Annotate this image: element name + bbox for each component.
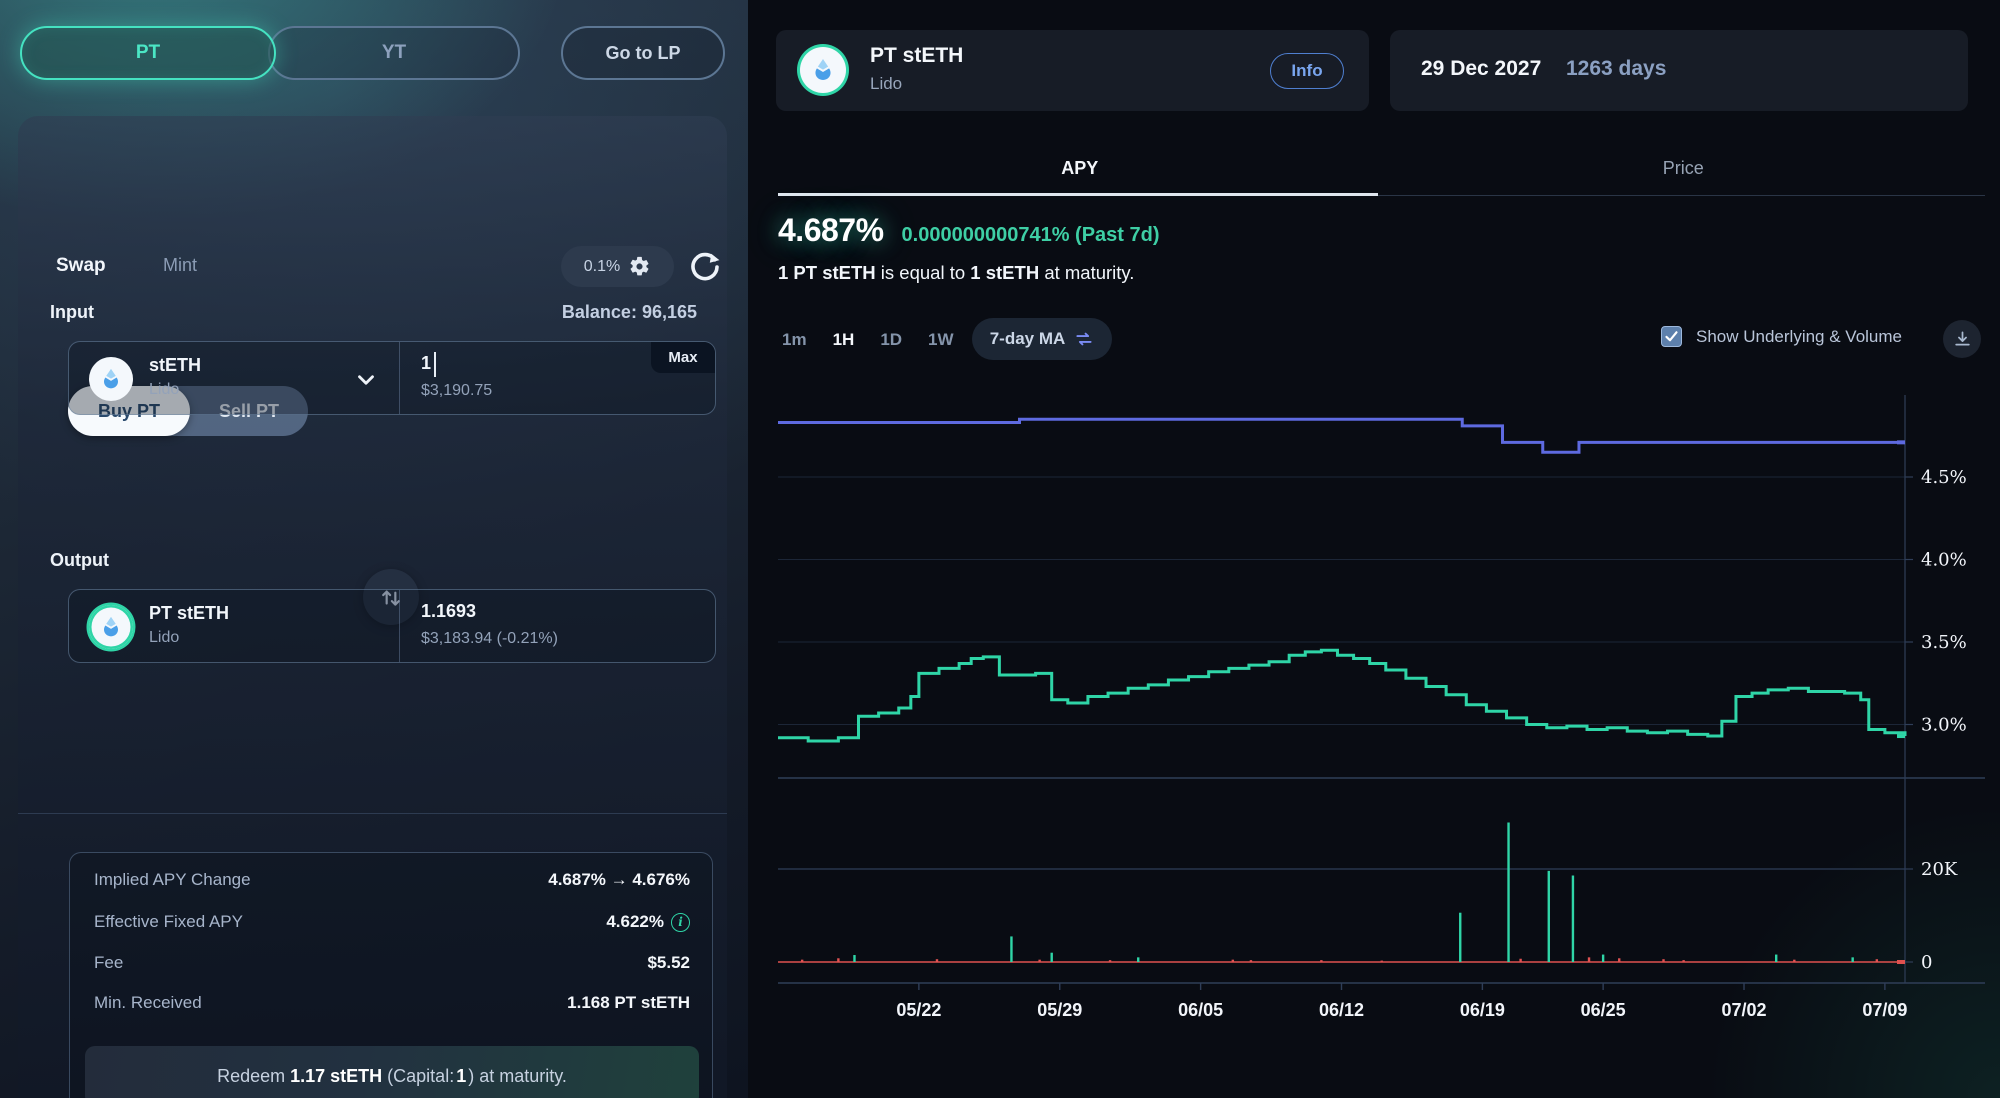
tab-pt[interactable]: PT bbox=[20, 26, 276, 80]
input-balance[interactable]: Balance: 96,165 bbox=[562, 302, 697, 323]
tab-apy[interactable]: APY bbox=[778, 158, 1382, 179]
svg-text:4.5%: 4.5% bbox=[1921, 467, 1967, 488]
market-header-card: PT stETH Lido Info bbox=[776, 30, 1369, 111]
slippage-value: 0.1% bbox=[584, 258, 620, 276]
input-usd-value: $3,190.75 bbox=[421, 382, 492, 400]
refresh-icon bbox=[687, 249, 723, 285]
input-label: Input bbox=[50, 302, 94, 323]
detail-row-effective-apy: Effective Fixed APY 4.622% i bbox=[94, 912, 690, 938]
lido-droplet-icon bbox=[98, 614, 124, 640]
svg-text:06/12: 06/12 bbox=[1319, 1000, 1364, 1020]
output-usd-value: $3,183.94 (-0.21%) bbox=[421, 630, 558, 648]
input-amount-field[interactable]: 1 bbox=[421, 353, 431, 374]
output-divider bbox=[399, 590, 400, 662]
output-token-name: PT stETH bbox=[149, 603, 229, 624]
tab-price[interactable]: Price bbox=[1382, 158, 1986, 179]
detail-row-fee: Fee $5.52 bbox=[94, 953, 690, 979]
output-label: Output bbox=[50, 550, 109, 571]
checkmark-icon bbox=[1664, 329, 1679, 344]
input-token-protocol: Lido bbox=[149, 381, 179, 399]
text-caret bbox=[434, 352, 436, 377]
maturity-card: 29 Dec 2027 1263 days bbox=[1390, 30, 1968, 111]
download-icon bbox=[1953, 330, 1972, 349]
token-select-chevron[interactable] bbox=[353, 367, 379, 398]
redeem-banner: Redeem1.17 stETH(Capital:1) at maturity. bbox=[85, 1046, 699, 1098]
range-1m[interactable]: 1m bbox=[782, 330, 807, 350]
section-divider bbox=[18, 813, 727, 814]
info-circle-icon[interactable]: i bbox=[671, 913, 690, 932]
svg-text:06/19: 06/19 bbox=[1460, 1000, 1505, 1020]
tab-yt[interactable]: YT bbox=[268, 26, 520, 80]
pt-steth-token-icon bbox=[89, 605, 133, 649]
slippage-settings-button[interactable]: 0.1% bbox=[561, 246, 674, 287]
apy-headline: 4.687% 0.000000000741% (Past 7d) bbox=[778, 212, 1160, 252]
trade-details-card: Implied APY Change 4.687% → 4.676% Effec… bbox=[69, 852, 713, 1098]
input-token-name: stETH bbox=[149, 355, 201, 376]
market-protocol: Lido bbox=[870, 74, 902, 94]
swap-header-row: Swap Mint 0.1% bbox=[50, 246, 695, 290]
range-1h[interactable]: 1H bbox=[833, 330, 855, 350]
pt-yt-segment: YT PT bbox=[20, 26, 520, 80]
time-range-buttons: 1m 1H 1D 1W bbox=[782, 320, 954, 360]
show-underlying-label[interactable]: Show Underlying & Volume bbox=[1696, 327, 1902, 347]
ma-toggle-button[interactable]: 7-day MA bbox=[972, 318, 1112, 360]
apy-change-7d: 0.000000000741% (Past 7d) bbox=[902, 224, 1160, 247]
tab-mint[interactable]: Mint bbox=[163, 255, 197, 276]
steth-token-icon bbox=[89, 357, 133, 401]
detail-row-implied-apy: Implied APY Change 4.687% → 4.676% bbox=[94, 870, 690, 896]
swap-card: Swap Mint 0.1% Buy PT Sell PT Input Bala… bbox=[18, 116, 727, 1098]
range-1d[interactable]: 1D bbox=[880, 330, 902, 350]
parity-note: 1 PT stETH is equal to 1 stETH at maturi… bbox=[778, 262, 1134, 284]
lido-droplet-icon bbox=[98, 366, 124, 392]
show-underlying-checkbox[interactable] bbox=[1661, 326, 1682, 347]
chart-tabs: APY Price bbox=[778, 158, 1985, 196]
svg-text:05/22: 05/22 bbox=[896, 1000, 941, 1020]
output-token-box: PT stETH Lido 1.1693 $3,183.94 (-0.21%) bbox=[68, 589, 716, 663]
output-token-protocol: Lido bbox=[149, 629, 179, 647]
svg-text:06/05: 06/05 bbox=[1178, 1000, 1223, 1020]
current-apy: 4.687% bbox=[778, 212, 884, 249]
page: YT PT Go to LP Swap Mint 0.1% Buy PT Se bbox=[0, 0, 2000, 1098]
active-tab-underline bbox=[778, 193, 1378, 196]
info-button[interactable]: Info bbox=[1270, 53, 1344, 89]
output-amount: 1.1693 bbox=[421, 601, 476, 622]
input-divider bbox=[399, 342, 400, 414]
market-token-icon bbox=[800, 47, 846, 93]
tab-swap[interactable]: Swap bbox=[56, 255, 106, 277]
range-1w[interactable]: 1W bbox=[928, 330, 954, 350]
market-name: PT stETH bbox=[870, 44, 963, 68]
maturity-date: 29 Dec 2027 bbox=[1421, 57, 1541, 81]
gear-icon bbox=[628, 255, 651, 278]
svg-text:4.0%: 4.0% bbox=[1921, 550, 1967, 571]
detail-row-min-received: Min. Received 1.168 PT stETH bbox=[94, 993, 690, 1019]
refresh-button[interactable] bbox=[687, 249, 723, 285]
download-chart-button[interactable] bbox=[1943, 320, 1981, 358]
lido-droplet-icon bbox=[809, 56, 837, 84]
inactive-tab-underline bbox=[1378, 195, 1985, 196]
background-glow bbox=[1580, 578, 2000, 1098]
go-to-lp-button[interactable]: Go to LP bbox=[561, 26, 725, 80]
input-token-box: stETH Lido 1 $3,190.75 Max bbox=[68, 341, 716, 415]
maturity-days-left: 1263 days bbox=[1566, 57, 1666, 81]
max-button[interactable]: Max bbox=[651, 342, 715, 373]
swap-arrows-icon bbox=[1074, 329, 1094, 349]
svg-text:05/29: 05/29 bbox=[1037, 1000, 1082, 1020]
